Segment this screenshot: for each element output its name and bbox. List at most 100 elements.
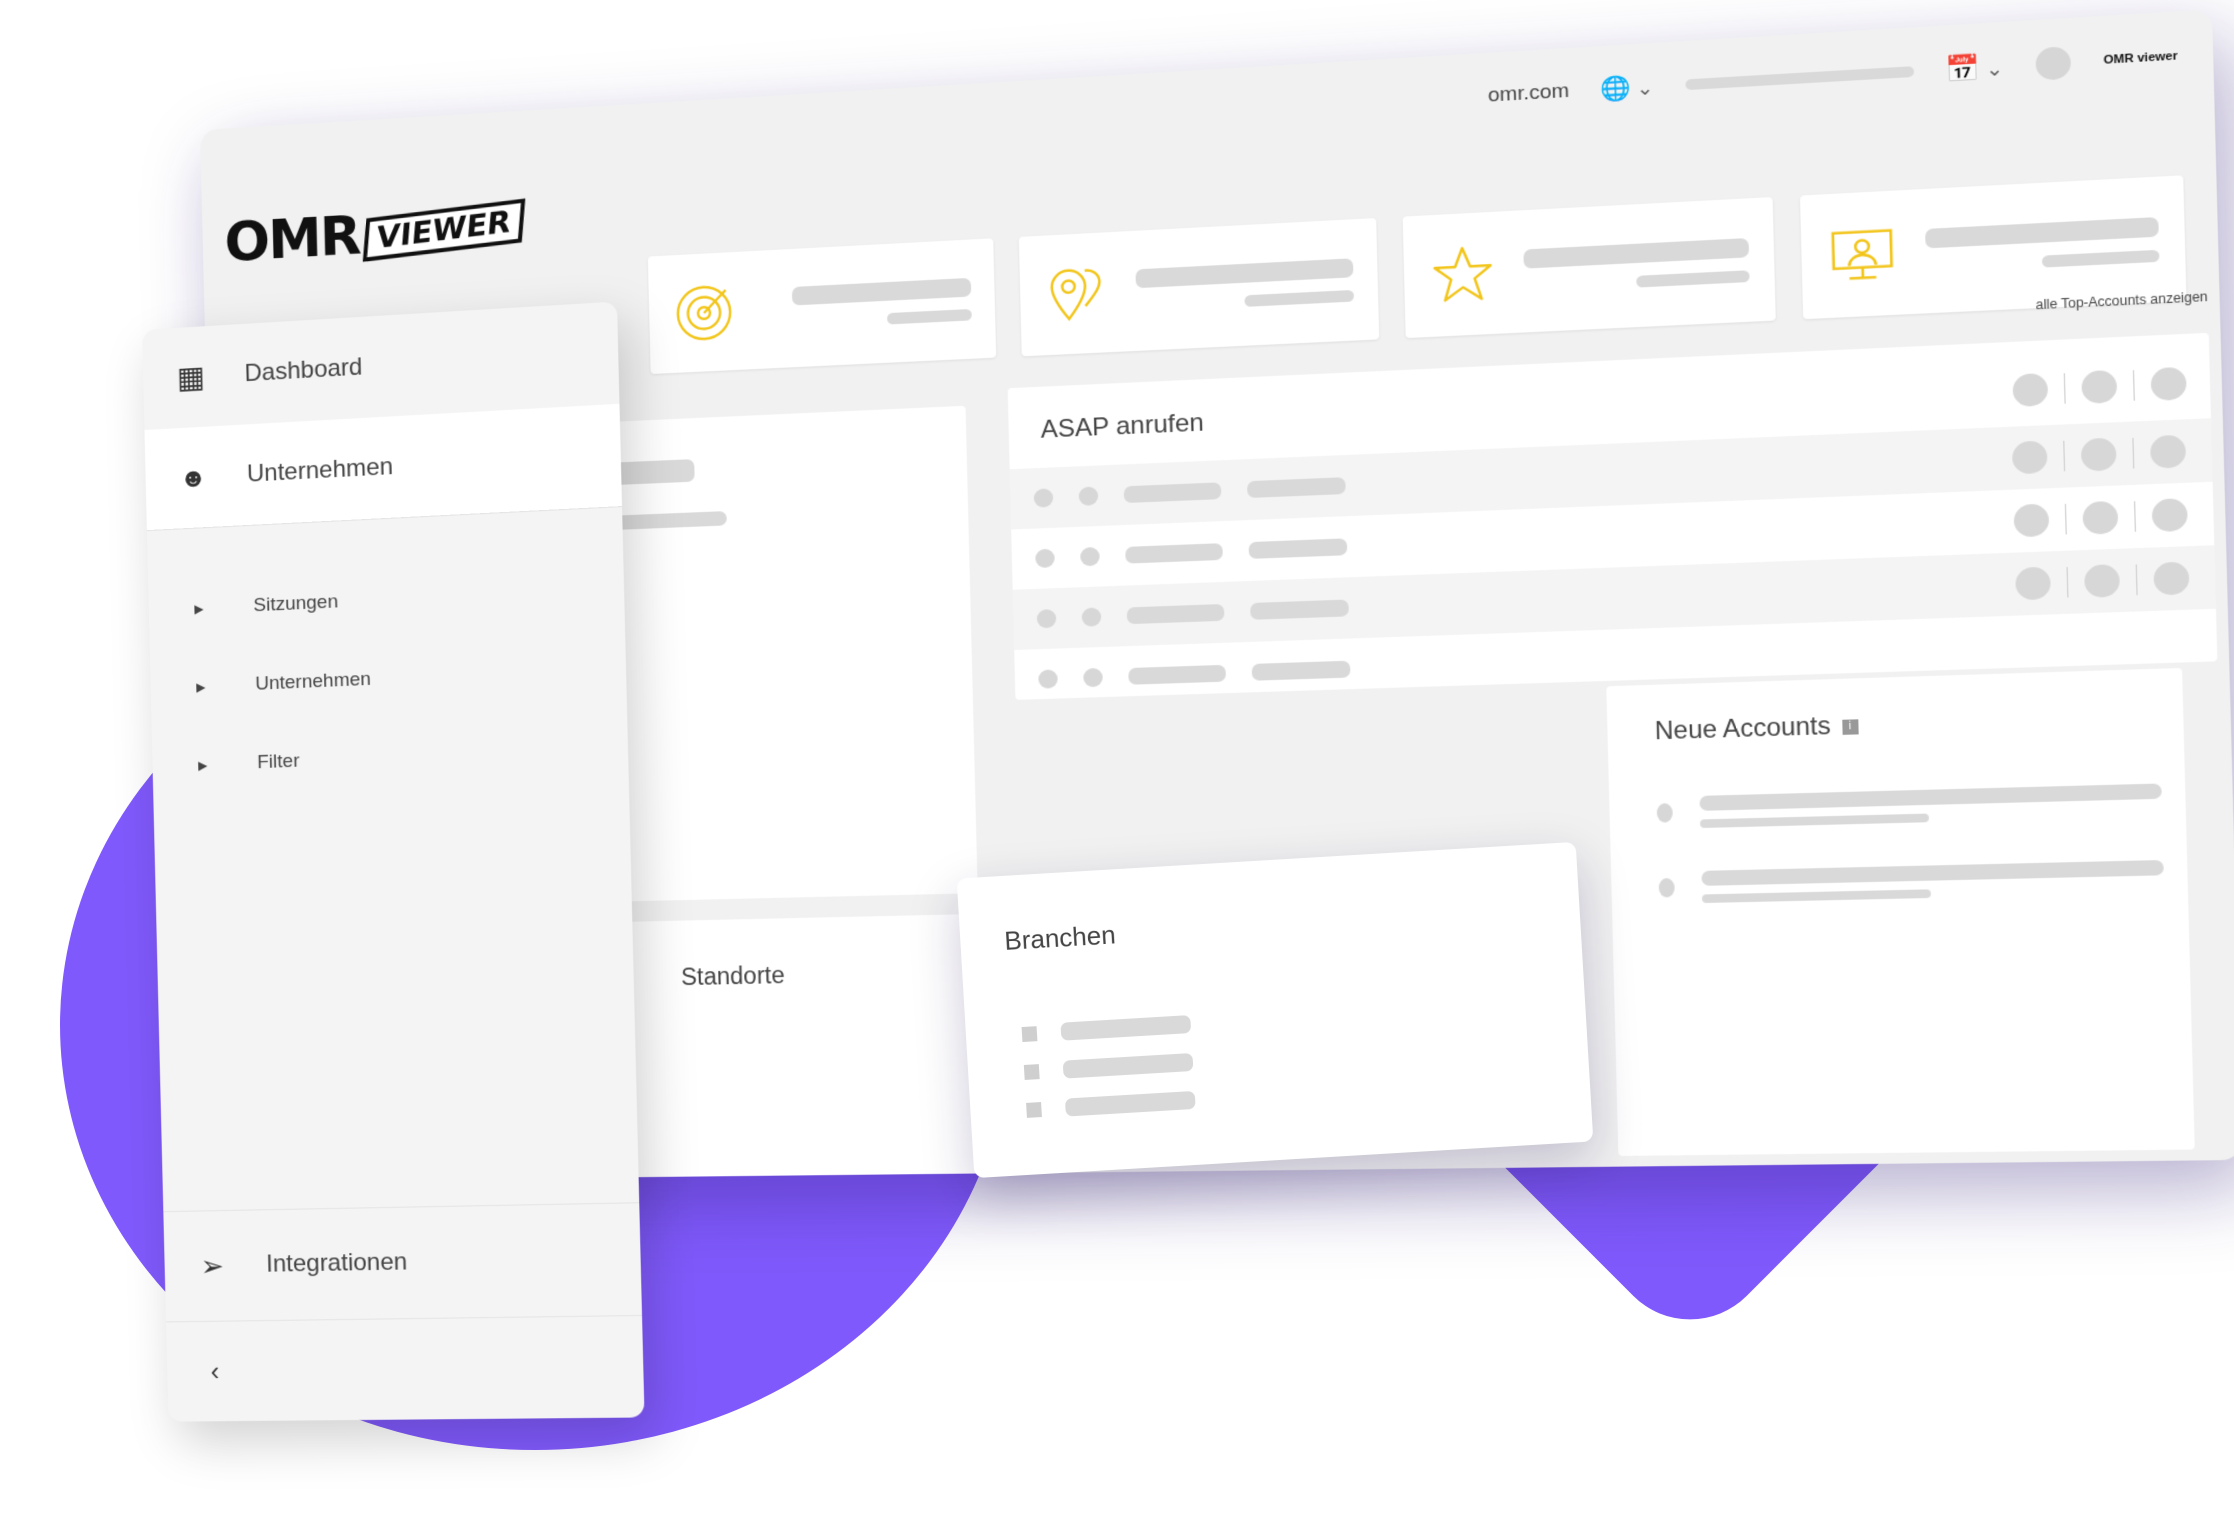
asap-header-actions [2012,366,2187,408]
action-dot[interactable] [2151,498,2188,533]
skeleton-line [791,277,972,306]
skeleton-line [1244,289,1355,307]
integrations-icon: ➢ [200,1249,225,1282]
skeleton-line [2041,249,2160,268]
skeleton-line [1248,538,1348,559]
action-dot[interactable] [2150,366,2187,402]
stat-skeleton [1135,258,1355,312]
action-dot[interactable] [2084,564,2121,599]
action-dot[interactable] [2012,372,2049,408]
list-item[interactable] [1026,1090,1196,1119]
stat-skeleton [761,277,972,331]
caret-right-icon: ▶ [194,601,204,617]
chevron-left-icon: ‹ [210,1355,220,1386]
skeleton-line [1126,603,1225,625]
logo-viewer-badge: VIEWER [362,198,526,262]
sidebar-collapse-button[interactable]: ‹ [166,1315,645,1422]
row-actions [2015,561,2190,601]
row-actions [2011,434,2187,475]
monitor-user-icon [1826,219,1899,289]
sidebar-subitem-unternehmen[interactable]: ▶ Unternehmen [196,669,371,699]
topbar-actions: omr.com 🌐 ⌄ 📅 ⌄ OMR viewer [1488,40,2179,112]
divider [2135,564,2138,596]
list-item[interactable] [1658,844,2165,920]
skeleton-line [1135,258,1354,289]
skeleton-line [1128,664,1226,685]
chevron-down-icon: ⌄ [1985,57,2004,80]
row-dot [1656,803,1673,823]
skeleton-group [1701,859,2164,904]
action-dot[interactable] [2013,503,2050,538]
globe-icon: 🌐 [1600,74,1632,103]
action-dot[interactable] [2149,434,2187,469]
row-dot [1080,546,1100,567]
mini-logo: OMR viewer [2103,49,2178,68]
divider [2132,370,2135,401]
new-accounts-title: Neue Accounts i [1654,711,1859,746]
row-dot [1038,669,1058,689]
stat-skeleton [1925,217,2160,273]
divider [2063,440,2066,472]
industries-card: Branchen [956,841,1594,1179]
skeleton-line [1062,1052,1194,1079]
row-dot [1081,607,1102,627]
row-dot [1078,486,1099,506]
list-item[interactable] [1021,1015,1192,1043]
new-accounts-label: Neue Accounts [1654,711,1831,745]
skeleton-line [1700,813,1929,829]
sidebar-item-label: Integrationen [265,1248,408,1278]
date-selector[interactable]: 📅 ⌄ [1945,51,2003,86]
sidebar: ▦ Dashboard ☻ Unternehmen ▶ Sitzungen ▶ … [142,301,645,1422]
skeleton-line [1636,270,1750,288]
skeleton-line [1064,1090,1196,1117]
skeleton-line [1523,238,1750,269]
row-dot [1036,608,1057,629]
skeleton-group [1699,783,2162,829]
chevron-down-icon: ⌄ [1636,77,1654,100]
skeleton-line [887,308,972,325]
sidebar-subitem-label: Sitzungen [253,591,339,617]
caret-right-icon: ▶ [196,679,206,695]
legend-square [1023,1063,1040,1080]
action-dot[interactable] [2081,369,2118,405]
asap-card: ASAP anrufen [1007,332,2218,700]
action-dot[interactable] [2153,561,2190,596]
domain-label: omr.com [1487,79,1570,107]
action-dot[interactable] [2015,566,2051,601]
avatar[interactable] [2035,46,2072,81]
search-placeholder-bar[interactable] [1684,66,1914,91]
info-icon[interactable]: i [1841,719,1859,735]
sidebar-subitem-sitzungen[interactable]: ▶ Sitzungen [194,591,338,620]
row-dot [1083,667,1103,688]
skeleton-line [1125,543,1223,564]
sidebar-subitem-filter[interactable]: ▶ Filter [198,750,300,776]
action-dot[interactable] [2011,440,2048,475]
divider [2066,567,2069,598]
skeleton-line [1699,783,2162,811]
star-icon [1428,240,1498,309]
person-icon: ☻ [179,461,208,493]
skeleton-line [1247,477,1346,499]
app-logo[interactable]: OMR VIEWER [223,194,526,274]
legend-square [1026,1101,1042,1118]
row-actions [2013,498,2188,538]
skeleton-line [1123,482,1222,504]
divider [2064,503,2067,535]
caret-right-icon: ▶ [198,758,208,773]
skeleton-line [1060,1015,1192,1041]
list-item[interactable] [1023,1052,1194,1081]
locations-title: Standorte [680,961,786,991]
map-pin-icon [1043,260,1111,328]
logo-omr: OMR [223,203,361,274]
divider [2134,501,2136,532]
action-dot[interactable] [2080,437,2117,472]
calendar-icon: 📅 [1945,53,1981,85]
list-item[interactable] [1656,767,2163,845]
row-dot [1033,488,1054,508]
action-dot[interactable] [2082,500,2119,535]
sidebar-item-integrationen[interactable]: ➢ Integrationen [163,1202,642,1321]
sidebar-subitem-label: Unternehmen [255,668,372,695]
language-selector[interactable]: 🌐 ⌄ [1600,73,1654,104]
asap-title: ASAP anrufen [1040,408,1205,444]
stat-card-radar[interactable] [647,238,997,375]
